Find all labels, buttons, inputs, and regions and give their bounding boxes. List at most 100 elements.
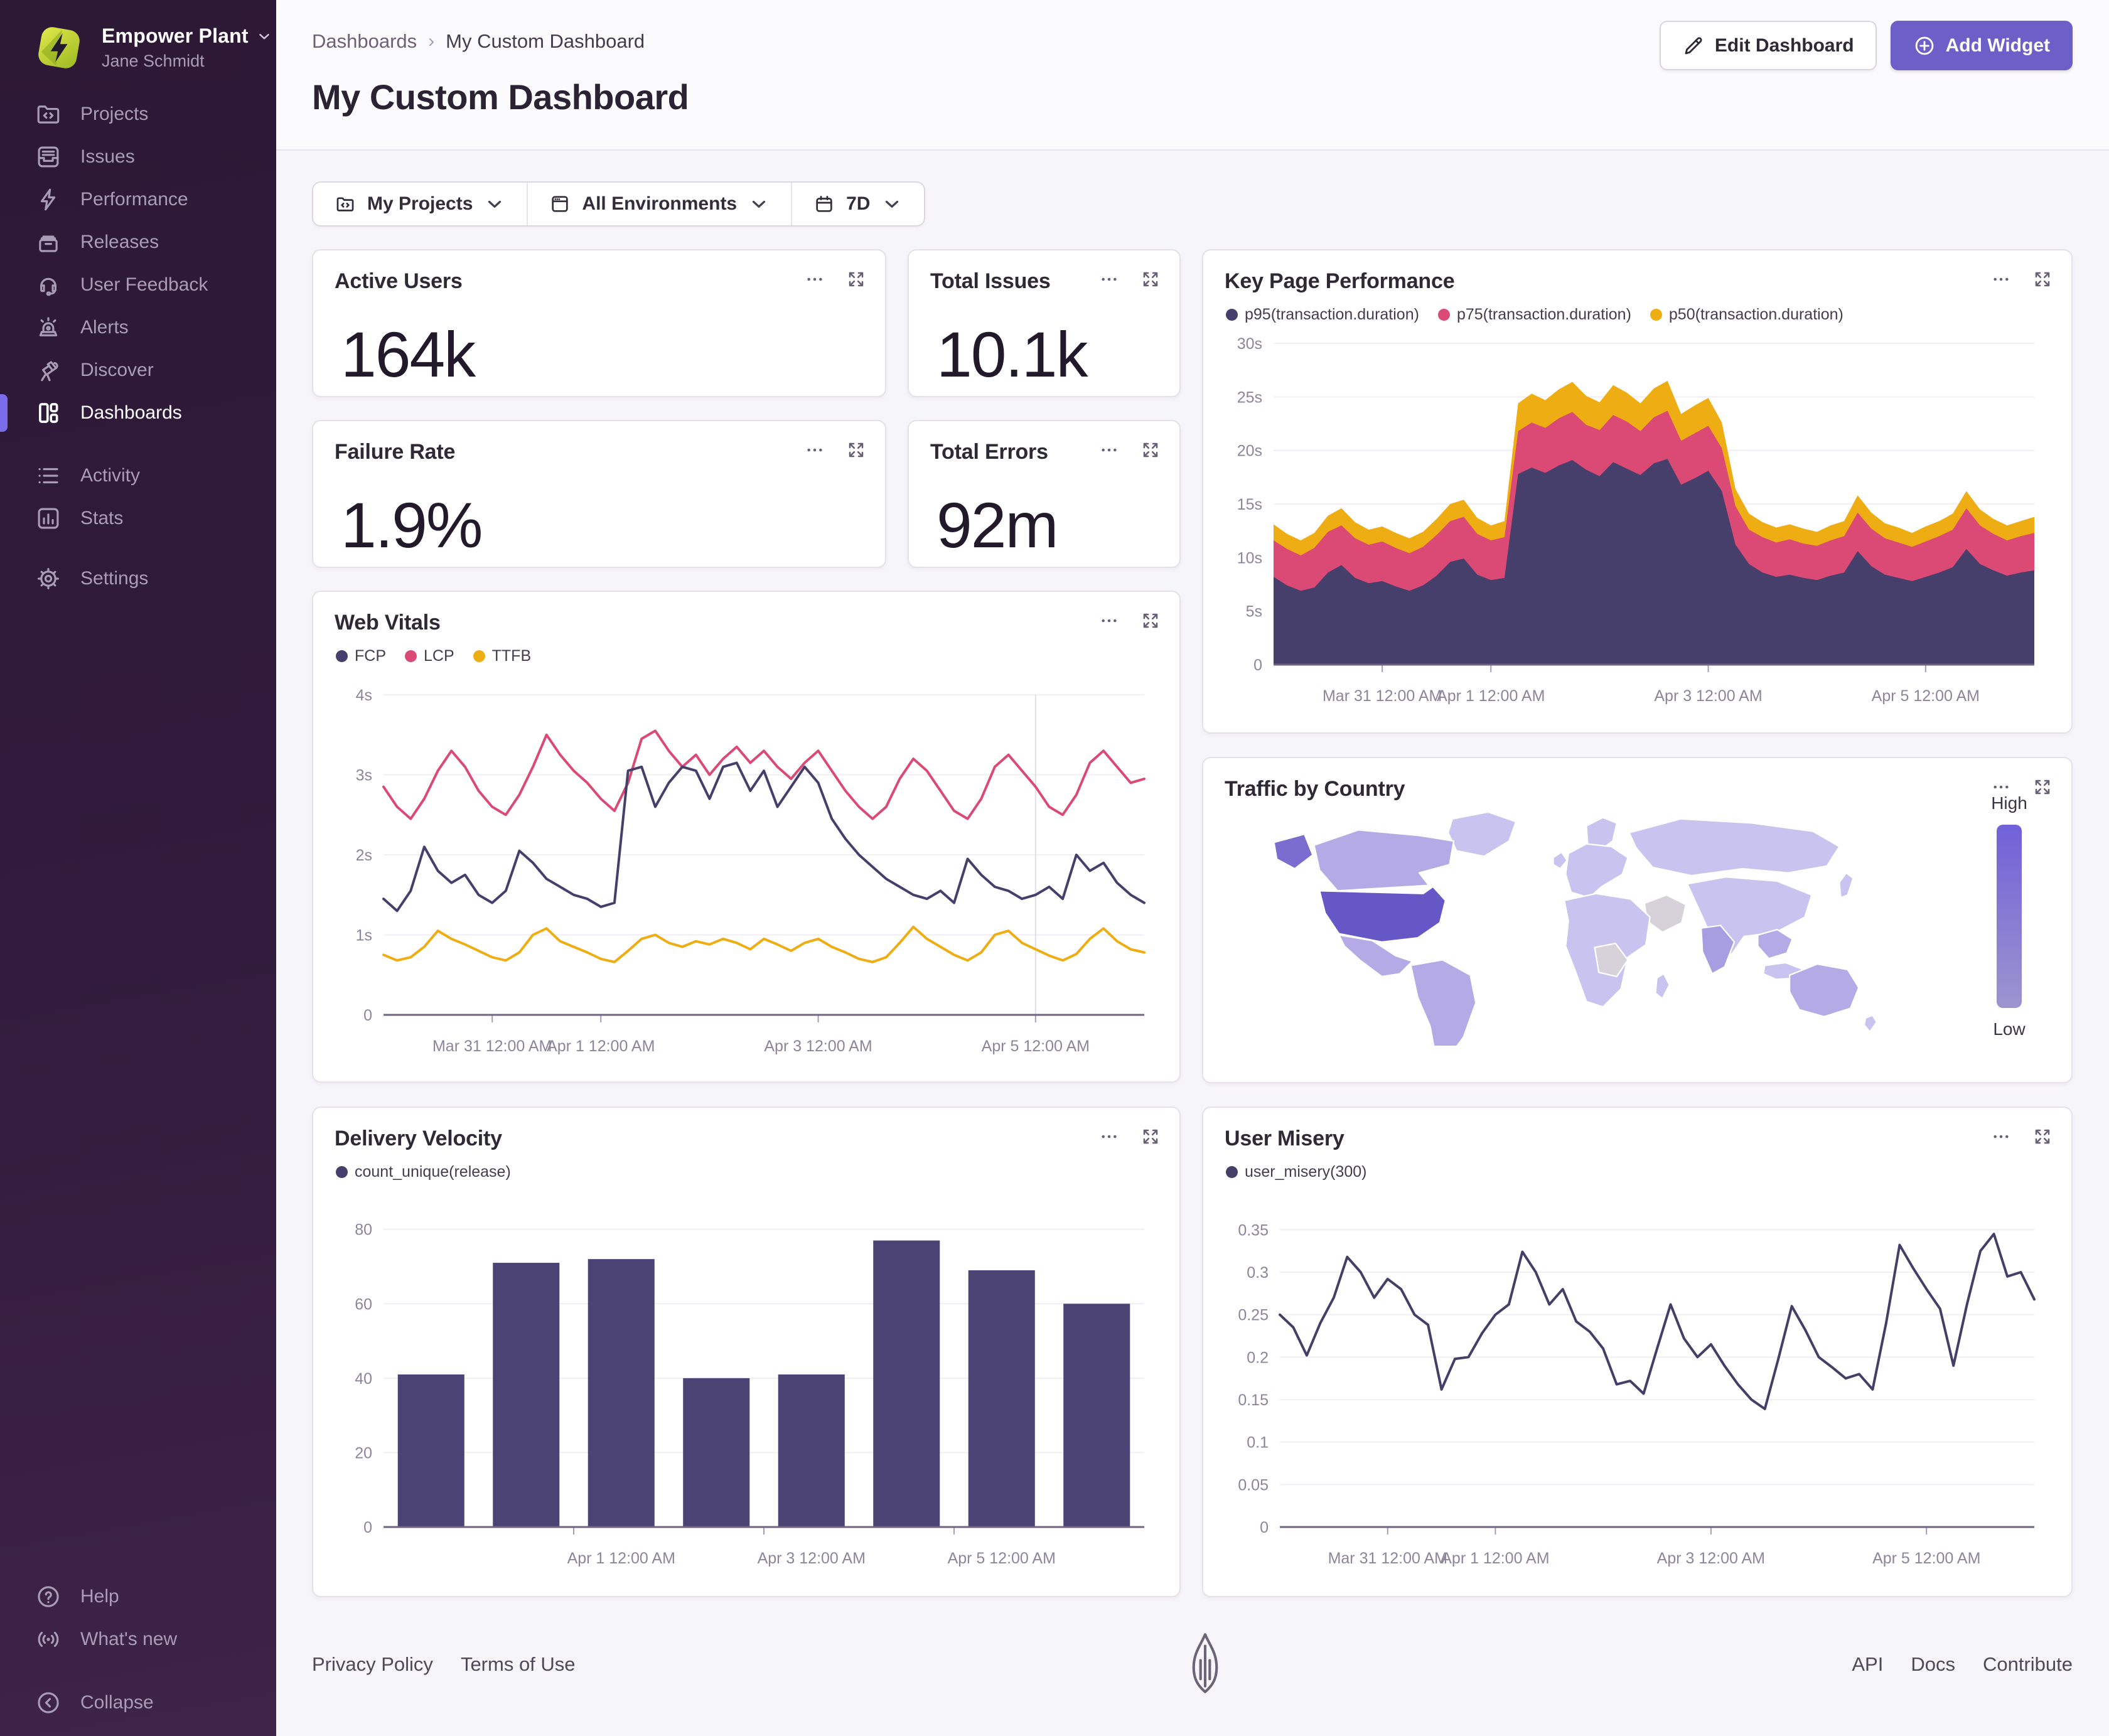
expand-icon — [849, 442, 864, 458]
widget-expand-button[interactable] — [2032, 269, 2053, 289]
sentry-plant-logo-icon[interactable] — [1185, 1626, 1225, 1701]
svg-text:Mar 31 12:00 AM: Mar 31 12:00 AM — [432, 1037, 552, 1055]
environment-filter[interactable]: All Environments — [528, 183, 791, 225]
sidebar-item-activity[interactable]: Activity — [0, 454, 276, 497]
map-alaska — [1273, 833, 1314, 870]
sidebar-collapse-button[interactable]: Collapse — [0, 1681, 276, 1724]
legend-item-ttfb[interactable]: TTFB — [473, 647, 531, 665]
web-vitals-chart: 0 1s 2s 3s 4s Mar 31 12:00 AM Apr 1 12:00 AM Ap… — [328, 686, 1163, 1073]
org-switcher[interactable]: Empower Plant Jane Schmidt — [30, 19, 272, 77]
api-link[interactable]: API — [1852, 1653, 1883, 1676]
svg-text:0: 0 — [1253, 656, 1262, 674]
active-indicator — [0, 394, 8, 432]
page-header: Dashboards › My Custom Dashboard My Cust… — [276, 0, 2109, 151]
legend-item-user-misery[interactable]: user_misery(300) — [1226, 1163, 1367, 1181]
contribute-link[interactable]: Contribute — [1983, 1653, 2073, 1676]
legend-item-fcp[interactable]: FCP — [336, 647, 386, 665]
widget-menu-button[interactable] — [1099, 1127, 1119, 1147]
privacy-policy-link[interactable]: Privacy Policy — [312, 1653, 433, 1676]
widget-user-misery: User Misery user_misery(300) 0 0.05 0.1 0.1… — [1202, 1106, 2073, 1597]
sidebar-item-label: Projects — [80, 104, 149, 124]
widget-menu-button[interactable] — [805, 440, 825, 460]
collapse-icon — [38, 1692, 59, 1713]
legend-dot — [1226, 1166, 1238, 1178]
legend-item-lcp[interactable]: LCP — [405, 647, 454, 665]
widget-expand-button[interactable] — [1140, 611, 1161, 631]
legend-item-p75[interactable]: p75(transaction.duration) — [1437, 306, 1631, 324]
legend-dot — [405, 650, 417, 662]
widget-menu-button[interactable] — [1991, 269, 2011, 289]
svg-text:20s: 20s — [1237, 442, 1262, 460]
sidebar-item-discover[interactable]: Discover — [0, 349, 276, 392]
sidebar-item-label: Collapse — [80, 1692, 154, 1713]
sidebar-item-label: Discover — [80, 360, 154, 380]
svg-text:2s: 2s — [356, 847, 372, 864]
sidebar-item-projects[interactable]: Projects — [0, 93, 276, 136]
add-widget-button[interactable]: Add Widget — [1890, 21, 2073, 70]
org-logo-icon — [38, 27, 80, 68]
terms-of-use-link[interactable]: Terms of Use — [461, 1653, 576, 1676]
widget-expand-button[interactable] — [1140, 1127, 1161, 1147]
legend-item-count-unique-release[interactable]: count_unique(release) — [336, 1163, 511, 1181]
expand-icon — [849, 272, 864, 287]
widget-expand-button[interactable] — [2032, 1127, 2053, 1147]
widget-menu-button[interactable] — [805, 269, 825, 289]
sidebar-item-label: Stats — [80, 508, 124, 528]
widget-expand-button[interactable] — [1140, 440, 1161, 460]
time-range-filter[interactable]: 7D — [792, 183, 924, 225]
sidebar-item-label: Settings — [80, 568, 149, 589]
widget-menu-button[interactable] — [1099, 440, 1119, 460]
svg-text:4s: 4s — [356, 687, 372, 704]
chevron-down-icon — [488, 200, 502, 208]
project-filter[interactable]: My Projects — [313, 183, 527, 225]
sidebar-item-releases[interactable]: Releases — [0, 221, 276, 264]
sidebar-item-whats-new[interactable]: What's new — [0, 1618, 276, 1661]
sidebar-item-label: Help — [80, 1586, 119, 1607]
sidebar-item-issues[interactable]: Issues — [0, 136, 276, 178]
sidebar-item-dashboards[interactable]: Dashboards — [0, 392, 276, 434]
widget-expand-button[interactable] — [846, 269, 866, 289]
svg-text:0: 0 — [363, 1007, 372, 1024]
releases-icon — [39, 235, 58, 252]
svg-text:Apr 3 12:00 AM: Apr 3 12:00 AM — [764, 1037, 872, 1055]
chevron-down-icon — [259, 33, 269, 40]
expand-icon — [1143, 1129, 1158, 1144]
failure-rate-value: 1.9% — [341, 490, 483, 561]
legend-item-p50[interactable]: p50(transaction.duration) — [1650, 306, 1843, 324]
breadcrumb-current: My Custom Dashboard — [446, 30, 645, 52]
projects-icon — [37, 105, 60, 124]
widget-expand-button[interactable] — [1140, 269, 1161, 289]
world-map — [1245, 800, 1923, 1061]
svg-text:Mar 31 12:00 AM: Mar 31 12:00 AM — [1323, 687, 1442, 705]
svg-text:0.1: 0.1 — [1247, 1434, 1269, 1452]
sidebar-item-alerts[interactable]: Alerts — [0, 306, 276, 349]
stats-icon — [38, 508, 59, 529]
sidebar-item-user-feedback[interactable]: User Feedback — [0, 264, 276, 306]
expand-icon — [1143, 442, 1158, 458]
broadcast-icon — [38, 1631, 59, 1648]
svg-text:0.2: 0.2 — [1247, 1349, 1269, 1366]
legend-item-p95[interactable]: p95(transaction.duration) — [1226, 306, 1419, 324]
sidebar-item-stats[interactable]: Stats — [0, 497, 276, 540]
page-title: My Custom Dashboard — [312, 77, 689, 117]
widget-expand-button[interactable] — [846, 440, 866, 460]
widget-menu-button[interactable] — [1099, 269, 1119, 289]
add-widget-label: Add Widget — [1945, 35, 2050, 56]
sidebar-item-help[interactable]: Help — [0, 1575, 276, 1618]
widget-menu-button[interactable] — [1991, 1127, 2011, 1147]
sidebar-item-settings[interactable]: Settings — [0, 557, 276, 600]
sidebar-item-label: Activity — [80, 465, 141, 486]
sidebar-bottom: Help What's new Collapse — [0, 1575, 276, 1724]
docs-link[interactable]: Docs — [1911, 1653, 1955, 1676]
widget-title: Web Vitals — [335, 611, 441, 635]
edit-dashboard-button[interactable]: Edit Dashboard — [1659, 21, 1877, 70]
widget-title: User Misery — [1225, 1127, 1344, 1150]
issues-icon — [38, 146, 59, 168]
sidebar-item-performance[interactable]: Performance — [0, 178, 276, 221]
svg-text:Apr 1 12:00 AM: Apr 1 12:00 AM — [567, 1550, 675, 1567]
breadcrumb-dashboards-link[interactable]: Dashboards — [312, 30, 417, 53]
plus-circle-icon — [1915, 36, 1933, 55]
map-legend: High Low — [1975, 793, 2044, 1039]
widget-menu-button[interactable] — [1099, 611, 1119, 631]
expand-icon — [2035, 272, 2050, 287]
